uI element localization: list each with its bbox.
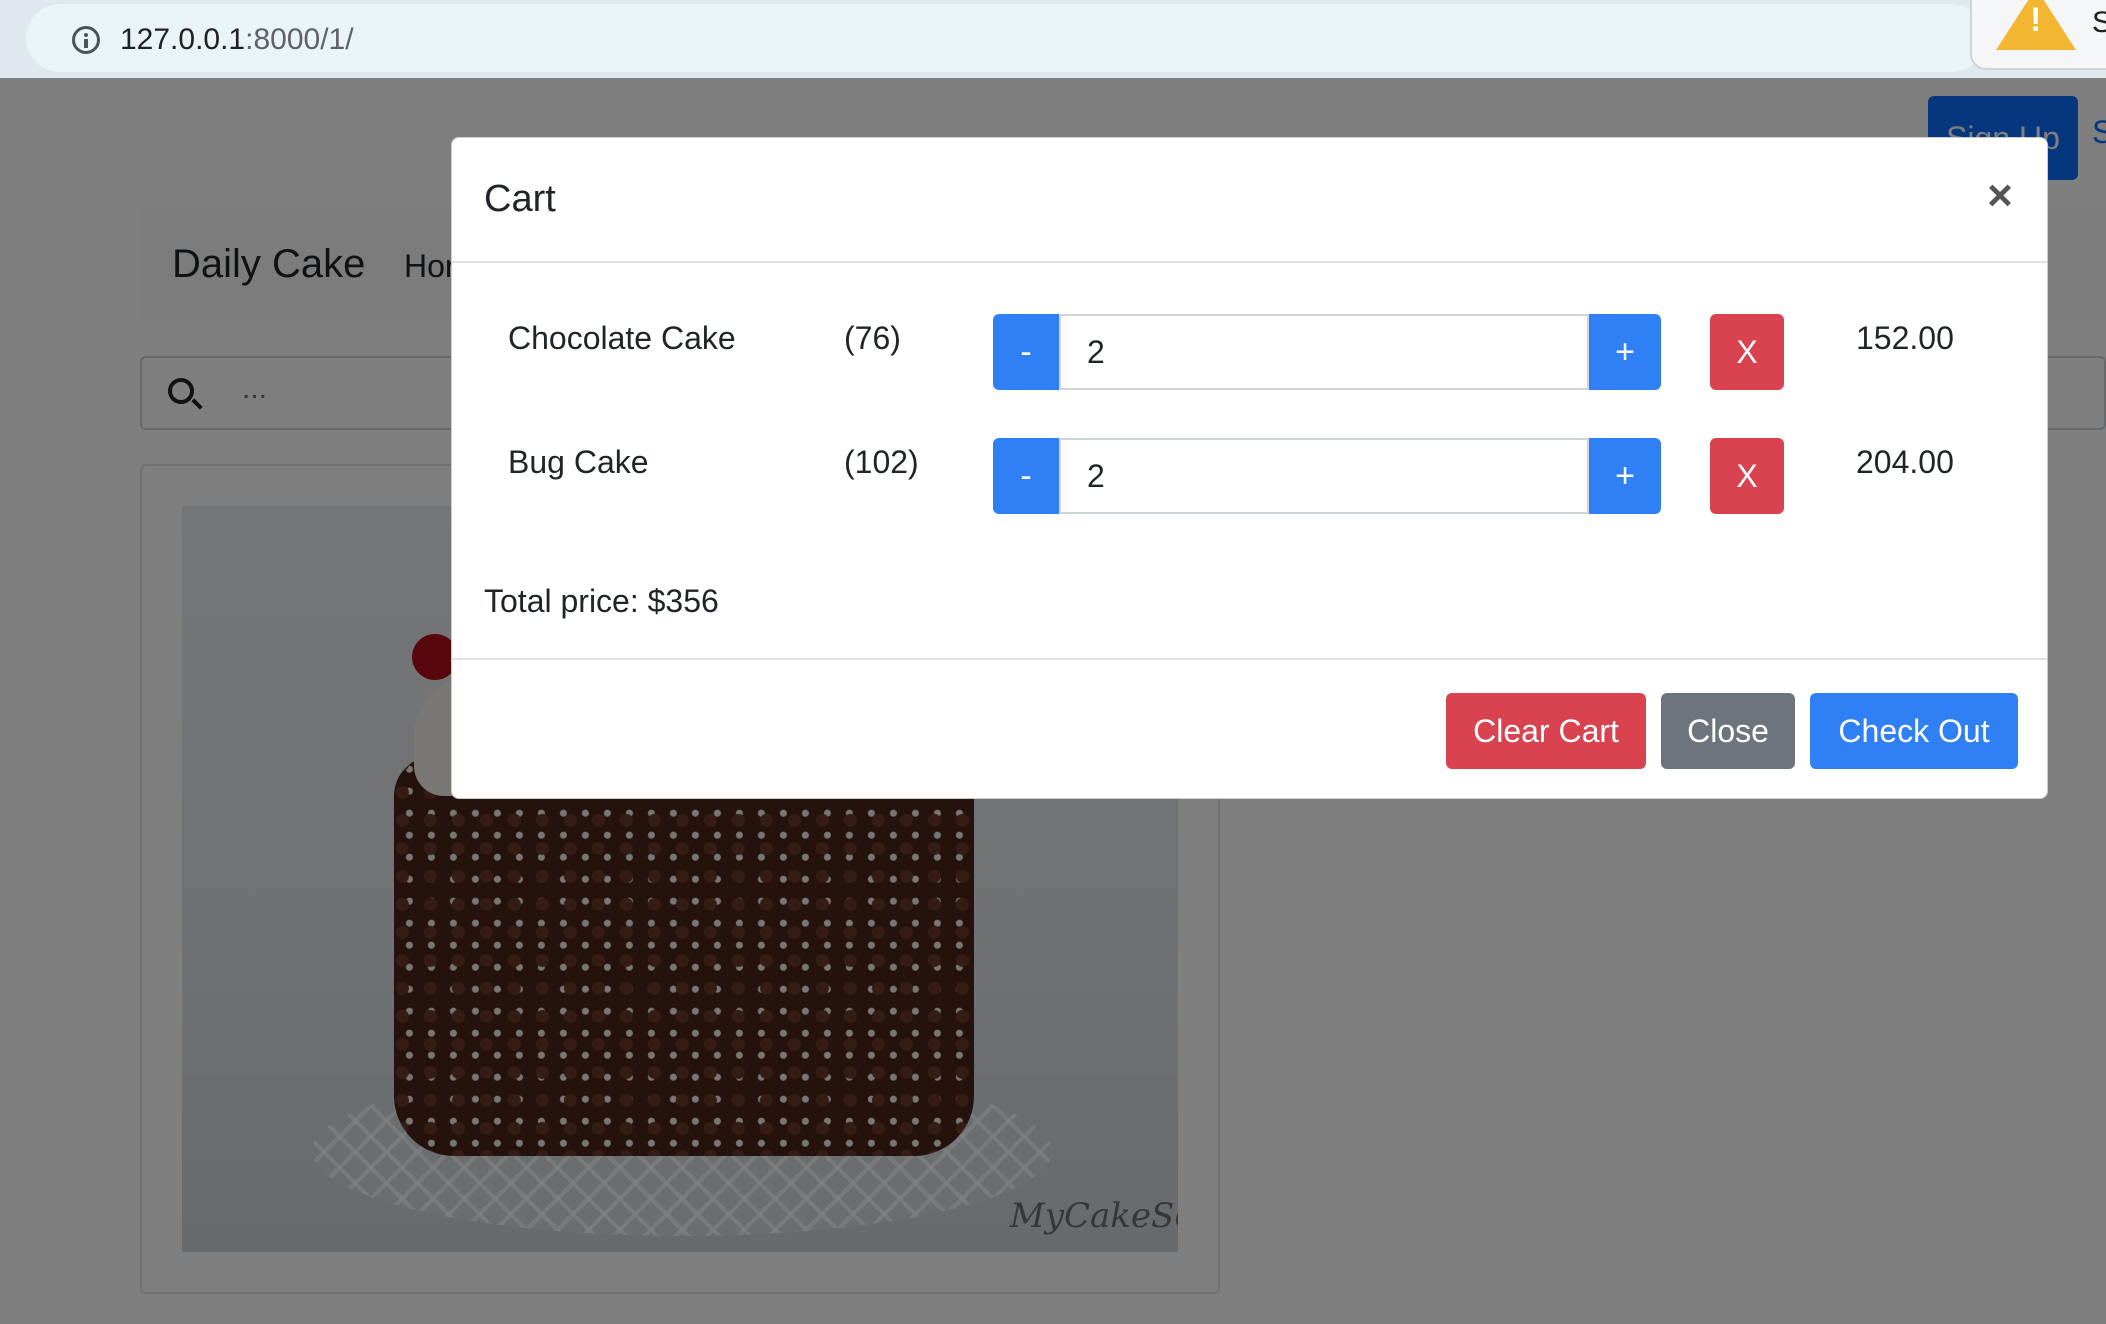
item-name: Bug Cake (508, 444, 649, 480)
decrease-quantity-button[interactable]: - (993, 314, 1059, 390)
cart-row: Bug Cake (102) - 2 + X 204.00 (452, 438, 2047, 514)
url-host: 127.0.0.1 (120, 23, 246, 56)
remove-item-button[interactable]: X (1710, 314, 1784, 390)
item-price: 152.00 (1856, 320, 1954, 356)
item-price: 204.00 (1856, 444, 1954, 480)
quantity-input[interactable]: 2 (1059, 314, 1589, 390)
remove-item-button[interactable]: X (1710, 438, 1784, 514)
item-name: Chocolate Cake (508, 320, 736, 356)
info-icon[interactable] (72, 26, 100, 54)
cart-row: Chocolate Cake (76) - 2 + X 152.00 (452, 314, 2047, 390)
warning-popup[interactable]: ! S (1970, 0, 2106, 70)
modal-title: Cart (484, 178, 556, 220)
cart-modal: Cart × Chocolate Cake (76) - 2 + X 152.0… (451, 137, 2048, 799)
browser-toolbar: 127.0.0.1:8000/1/ ! S (0, 0, 2106, 78)
increase-quantity-button[interactable]: + (1589, 438, 1661, 514)
address-bar[interactable]: 127.0.0.1:8000/1/ (26, 4, 1986, 72)
checkout-button[interactable]: Check Out (1810, 693, 2018, 769)
modal-footer: Clear Cart Close Check Out (452, 658, 2047, 800)
increase-quantity-button[interactable]: + (1589, 314, 1661, 390)
warning-text: S (2092, 6, 2106, 39)
close-icon[interactable]: × (1982, 174, 2018, 218)
item-id: (76) (844, 320, 901, 356)
total-price: Total price: $356 (484, 583, 719, 619)
decrease-quantity-button[interactable]: - (993, 438, 1059, 514)
warning-triangle-icon: ! (1996, 0, 2076, 50)
item-id: (102) (844, 444, 919, 480)
modal-header: Cart × (452, 138, 2047, 263)
quantity-input[interactable]: 2 (1059, 438, 1589, 514)
close-button[interactable]: Close (1661, 693, 1795, 769)
clear-cart-button[interactable]: Clear Cart (1446, 693, 1646, 769)
url-path: :8000/1/ (245, 23, 354, 56)
url-text[interactable]: 127.0.0.1:8000/1/ (120, 22, 354, 58)
modal-body: Chocolate Cake (76) - 2 + X 152.00 Bug C… (452, 263, 2047, 658)
